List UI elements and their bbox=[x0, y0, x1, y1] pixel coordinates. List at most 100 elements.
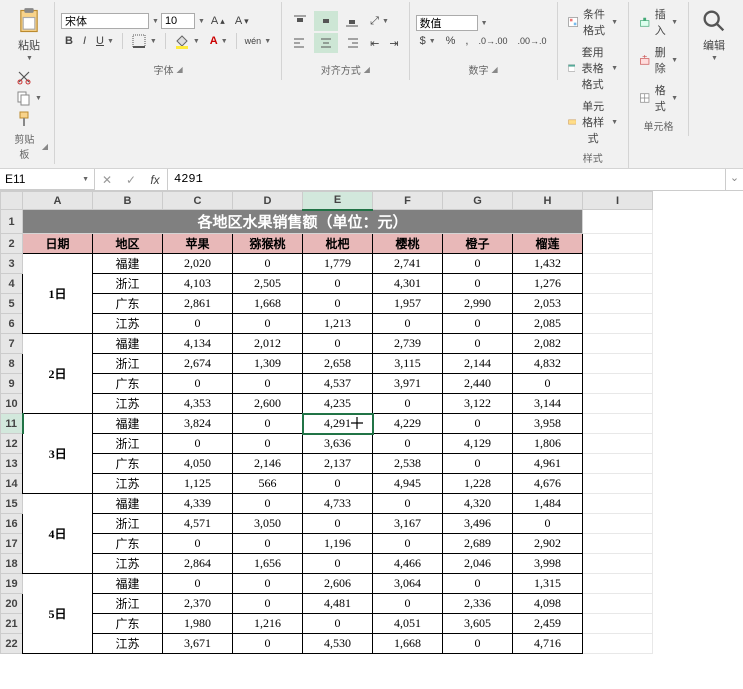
data-cell[interactable]: 2,505 bbox=[233, 274, 303, 294]
data-cell[interactable]: 1,806 bbox=[513, 434, 583, 454]
table-header[interactable]: 苹果 bbox=[163, 234, 233, 254]
data-cell[interactable]: 0 bbox=[233, 534, 303, 554]
data-cell[interactable]: 0 bbox=[373, 494, 443, 514]
data-cell[interactable]: 4,229 bbox=[373, 414, 443, 434]
data-cell[interactable]: 4,571 bbox=[163, 514, 233, 534]
data-cell[interactable]: 4,301 bbox=[373, 274, 443, 294]
col-header-E[interactable]: E bbox=[303, 192, 373, 210]
data-cell[interactable]: 广东 bbox=[93, 294, 163, 314]
data-cell[interactable]: 4,050 bbox=[163, 454, 233, 474]
data-cell[interactable]: 2,861 bbox=[163, 294, 233, 314]
row-header-4[interactable]: 4 bbox=[1, 274, 23, 294]
font-color-button[interactable]: A▼ bbox=[206, 33, 232, 49]
data-cell[interactable]: 0 bbox=[303, 554, 373, 574]
data-cell[interactable]: 4,961 bbox=[513, 454, 583, 474]
data-cell[interactable]: 0 bbox=[443, 314, 513, 334]
data-cell[interactable]: 4,537 bbox=[303, 374, 373, 394]
data-cell[interactable]: 3,998 bbox=[513, 554, 583, 574]
formula-input[interactable]: 4291 bbox=[168, 169, 725, 190]
increase-decimal-button[interactable]: .0→.00 bbox=[474, 34, 511, 48]
row-header-21[interactable]: 21 bbox=[1, 614, 23, 634]
data-cell[interactable]: 1,668 bbox=[233, 294, 303, 314]
cut-button[interactable] bbox=[12, 67, 46, 87]
data-cell[interactable]: 江苏 bbox=[93, 314, 163, 334]
cancel-edit-button[interactable]: ✕ bbox=[95, 170, 119, 190]
data-cell[interactable]: 0 bbox=[163, 534, 233, 554]
fx-button[interactable]: fx bbox=[143, 170, 167, 190]
col-header-D[interactable]: D bbox=[233, 192, 303, 210]
data-cell[interactable]: 浙江 bbox=[93, 434, 163, 454]
data-cell[interactable]: 0 bbox=[443, 254, 513, 274]
date-cell[interactable]: 1日 bbox=[23, 254, 93, 334]
row-header-12[interactable]: 12 bbox=[1, 434, 23, 454]
align-right-button[interactable] bbox=[340, 33, 364, 53]
data-cell[interactable]: 0 bbox=[443, 454, 513, 474]
data-cell[interactable]: 4,466 bbox=[373, 554, 443, 574]
data-cell[interactable]: 3,144 bbox=[513, 394, 583, 414]
data-cell[interactable]: 浙江 bbox=[93, 274, 163, 294]
data-cell[interactable]: 4,291 bbox=[303, 414, 373, 434]
table-title[interactable]: 各地区水果销售额（单位：元） bbox=[23, 210, 583, 234]
underline-button[interactable]: U▼ bbox=[92, 33, 118, 49]
data-cell[interactable]: 4,353 bbox=[163, 394, 233, 414]
data-cell[interactable]: 福建 bbox=[93, 494, 163, 514]
data-cell[interactable]: 1,980 bbox=[163, 614, 233, 634]
data-cell[interactable]: 1,213 bbox=[303, 314, 373, 334]
row-header-8[interactable]: 8 bbox=[1, 354, 23, 374]
row-header-16[interactable]: 16 bbox=[1, 514, 23, 534]
dialog-launcher-icon[interactable]: ◢ bbox=[42, 142, 48, 151]
data-cell[interactable]: 3,115 bbox=[373, 354, 443, 374]
data-cell[interactable]: 浙江 bbox=[93, 354, 163, 374]
data-cell[interactable]: 0 bbox=[233, 494, 303, 514]
data-cell[interactable]: 4,716 bbox=[513, 634, 583, 654]
data-cell[interactable]: 0 bbox=[233, 314, 303, 334]
data-cell[interactable]: 4,098 bbox=[513, 594, 583, 614]
data-cell[interactable]: 2,689 bbox=[443, 534, 513, 554]
data-cell[interactable]: 江苏 bbox=[93, 474, 163, 494]
align-middle-button[interactable] bbox=[314, 11, 338, 31]
data-cell[interactable]: 3,636 bbox=[303, 434, 373, 454]
data-cell[interactable]: 0 bbox=[303, 294, 373, 314]
data-cell[interactable]: 3,167 bbox=[373, 514, 443, 534]
data-cell[interactable]: 江苏 bbox=[93, 394, 163, 414]
data-cell[interactable]: 1,228 bbox=[443, 474, 513, 494]
data-cell[interactable]: 2,741 bbox=[373, 254, 443, 274]
increase-font-button[interactable]: A▴ bbox=[207, 13, 229, 29]
data-cell[interactable]: 福建 bbox=[93, 334, 163, 354]
col-header-F[interactable]: F bbox=[373, 192, 443, 210]
data-cell[interactable]: 0 bbox=[163, 434, 233, 454]
copy-button[interactable]: ▼ bbox=[12, 88, 46, 108]
comma-button[interactable]: , bbox=[461, 33, 472, 49]
data-cell[interactable]: 2,137 bbox=[303, 454, 373, 474]
data-cell[interactable]: 0 bbox=[163, 374, 233, 394]
data-cell[interactable]: 福建 bbox=[93, 414, 163, 434]
data-cell[interactable]: 1,656 bbox=[233, 554, 303, 574]
bold-button[interactable]: B bbox=[61, 33, 77, 49]
data-cell[interactable]: 1,484 bbox=[513, 494, 583, 514]
align-left-button[interactable] bbox=[288, 33, 312, 53]
row-header-11[interactable]: 11 bbox=[1, 414, 23, 434]
data-cell[interactable]: 0 bbox=[513, 374, 583, 394]
col-header-H[interactable]: H bbox=[513, 192, 583, 210]
data-cell[interactable]: 0 bbox=[303, 334, 373, 354]
dialog-launcher-icon[interactable]: ◢ bbox=[176, 65, 182, 74]
row-header-5[interactable]: 5 bbox=[1, 294, 23, 314]
data-cell[interactable]: 0 bbox=[373, 594, 443, 614]
data-cell[interactable]: 0 bbox=[373, 394, 443, 414]
data-cell[interactable]: 2,144 bbox=[443, 354, 513, 374]
format-painter-button[interactable] bbox=[12, 109, 46, 129]
row-header-2[interactable]: 2 bbox=[1, 234, 23, 254]
data-cell[interactable]: 0 bbox=[233, 574, 303, 594]
data-cell[interactable]: 广东 bbox=[93, 454, 163, 474]
row-header-1[interactable]: 1 bbox=[1, 210, 23, 234]
data-cell[interactable]: 浙江 bbox=[93, 594, 163, 614]
data-cell[interactable]: 3,050 bbox=[233, 514, 303, 534]
data-cell[interactable]: 2,538 bbox=[373, 454, 443, 474]
data-cell[interactable]: 3,496 bbox=[443, 514, 513, 534]
data-cell[interactable]: 2,459 bbox=[513, 614, 583, 634]
col-header-C[interactable]: C bbox=[163, 192, 233, 210]
data-cell[interactable]: 江苏 bbox=[93, 554, 163, 574]
data-cell[interactable]: 4,530 bbox=[303, 634, 373, 654]
data-cell[interactable]: 0 bbox=[443, 274, 513, 294]
table-header[interactable]: 猕猴桃 bbox=[233, 234, 303, 254]
